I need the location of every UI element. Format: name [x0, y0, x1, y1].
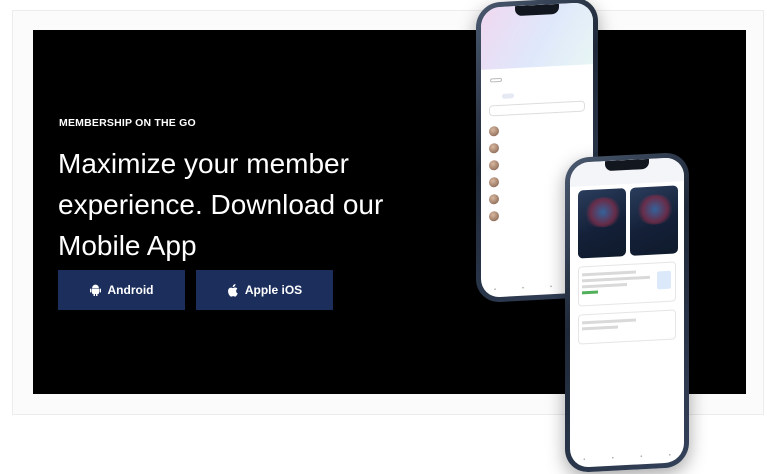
participants-search-bar: [489, 100, 585, 117]
text-placeholder: [582, 275, 650, 283]
avatar: [489, 142, 499, 154]
avatar: [489, 193, 499, 205]
phone-mockup-events: • • • •: [565, 151, 689, 474]
phone-screen-events: • • • •: [570, 157, 684, 468]
event-cards: [578, 185, 678, 259]
nav-dot-icon: •: [611, 455, 614, 462]
nav-dot-icon: •: [640, 454, 643, 461]
android-button-label: Android: [107, 283, 154, 297]
event-list-item: [578, 309, 676, 345]
nav-dot-icon: •: [549, 284, 553, 291]
text-placeholder: [582, 283, 627, 289]
text-placeholder: [582, 325, 618, 331]
nav-dot-icon: •: [493, 287, 497, 294]
event-card-art: [583, 196, 623, 229]
banner-eyebrow: MEMBERSHIP ON THE GO: [59, 117, 196, 129]
phone-bottom-nav: • • • •: [570, 452, 684, 464]
status-badge: [582, 290, 598, 295]
ios-download-button[interactable]: Apple iOS: [196, 270, 333, 310]
event-card: [630, 185, 678, 256]
ios-button-label: Apple iOS: [244, 283, 303, 297]
nav-dot-icon: •: [583, 457, 586, 464]
community-tab-active: [502, 93, 515, 99]
android-icon: [89, 284, 101, 296]
banner-headline: Maximize your member experience. Downloa…: [58, 148, 384, 261]
text-placeholder: [582, 270, 636, 277]
text-placeholder: [582, 318, 636, 325]
community-pill: [490, 77, 502, 83]
event-card: [578, 188, 626, 259]
nav-dot-icon: •: [521, 285, 525, 292]
nav-dot-icon: •: [668, 452, 671, 459]
avatar: [489, 176, 499, 188]
event-card-art: [635, 193, 675, 226]
avatar: [489, 125, 499, 137]
apple-icon: [227, 283, 238, 297]
community-tabs: [490, 89, 593, 99]
calendar-icon: [657, 270, 671, 290]
avatar: [489, 159, 499, 171]
event-list-item: [578, 261, 676, 307]
avatar: [489, 210, 499, 222]
android-download-button[interactable]: Android: [58, 270, 185, 310]
